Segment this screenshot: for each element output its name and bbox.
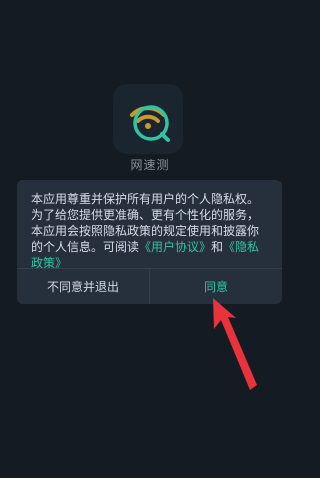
app-logo-icon (113, 84, 183, 154)
dialog-footer: 不同意并退出 同意 (17, 268, 282, 304)
connector-text: 和 (211, 240, 224, 254)
privacy-text: 本应用尊重并保护所有用户的个人隐私权。为了给您提供更准确、更有个性化的服务，本应… (17, 180, 282, 270)
decline-exit-button[interactable]: 不同意并退出 (17, 269, 150, 304)
app-name: 网速测 (130, 158, 170, 172)
privacy-dialog: 本应用尊重并保护所有用户的个人隐私权。为了给您提供更准确、更有个性化的服务，本应… (17, 180, 282, 304)
user-agreement-link[interactable]: 《用户协议》 (139, 240, 211, 254)
agree-button[interactable]: 同意 (150, 269, 282, 304)
screen: 网速测 本应用尊重并保护所有用户的个人隐私权。为了给您提供更准确、更有个性化的服… (0, 0, 300, 478)
